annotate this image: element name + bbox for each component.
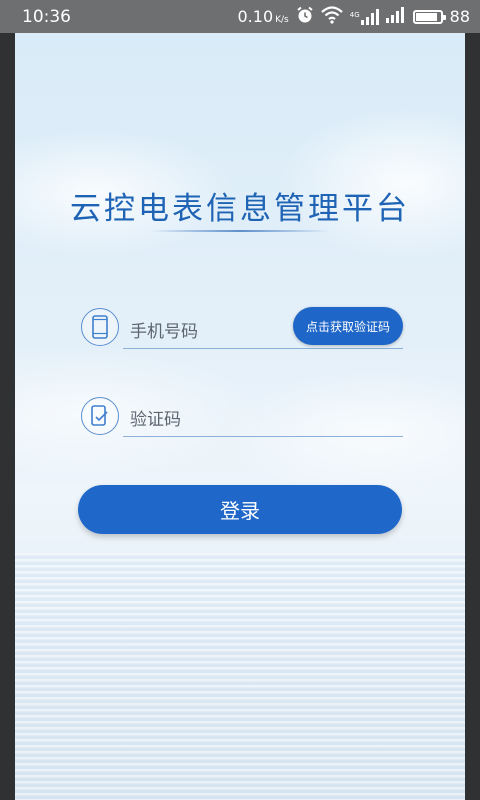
status-bar: 10:36 0.10 K/s 4G 88 bbox=[0, 0, 480, 33]
network-type: 4G bbox=[349, 10, 360, 19]
login-screen: 云控电表信息管理平台 手机号码 点击获取验证码 验证码 登录 bbox=[15, 33, 465, 800]
battery-percent: 88 bbox=[449, 7, 470, 26]
status-time: 10:36 bbox=[22, 6, 71, 27]
verify-code-icon bbox=[81, 397, 119, 435]
phone-icon bbox=[81, 308, 119, 346]
signal-4g-icon: 4G bbox=[349, 8, 379, 25]
phone-underline bbox=[123, 348, 403, 349]
app-title: 云控电表信息管理平台 bbox=[70, 191, 410, 227]
network-speed: 0.10 K/s bbox=[238, 7, 289, 26]
signal-icon bbox=[385, 6, 406, 27]
network-speed-value: 0.10 bbox=[237, 7, 274, 26]
battery-icon bbox=[412, 9, 446, 24]
code-underline bbox=[123, 436, 403, 437]
title-divider bbox=[150, 230, 330, 232]
status-indicators: 0.10 K/s 4G 88 bbox=[238, 5, 470, 28]
get-code-button[interactable]: 点击获取验证码 bbox=[293, 307, 403, 345]
phone-input[interactable]: 手机号码 bbox=[130, 317, 198, 342]
network-speed-unit: K/s bbox=[275, 15, 289, 25]
battery-fill bbox=[415, 12, 437, 21]
alarm-icon bbox=[296, 6, 314, 28]
code-input[interactable]: 验证码 bbox=[130, 405, 181, 430]
login-button[interactable]: 登录 bbox=[78, 485, 402, 534]
wifi-icon bbox=[321, 5, 343, 28]
background-water bbox=[15, 553, 465, 800]
